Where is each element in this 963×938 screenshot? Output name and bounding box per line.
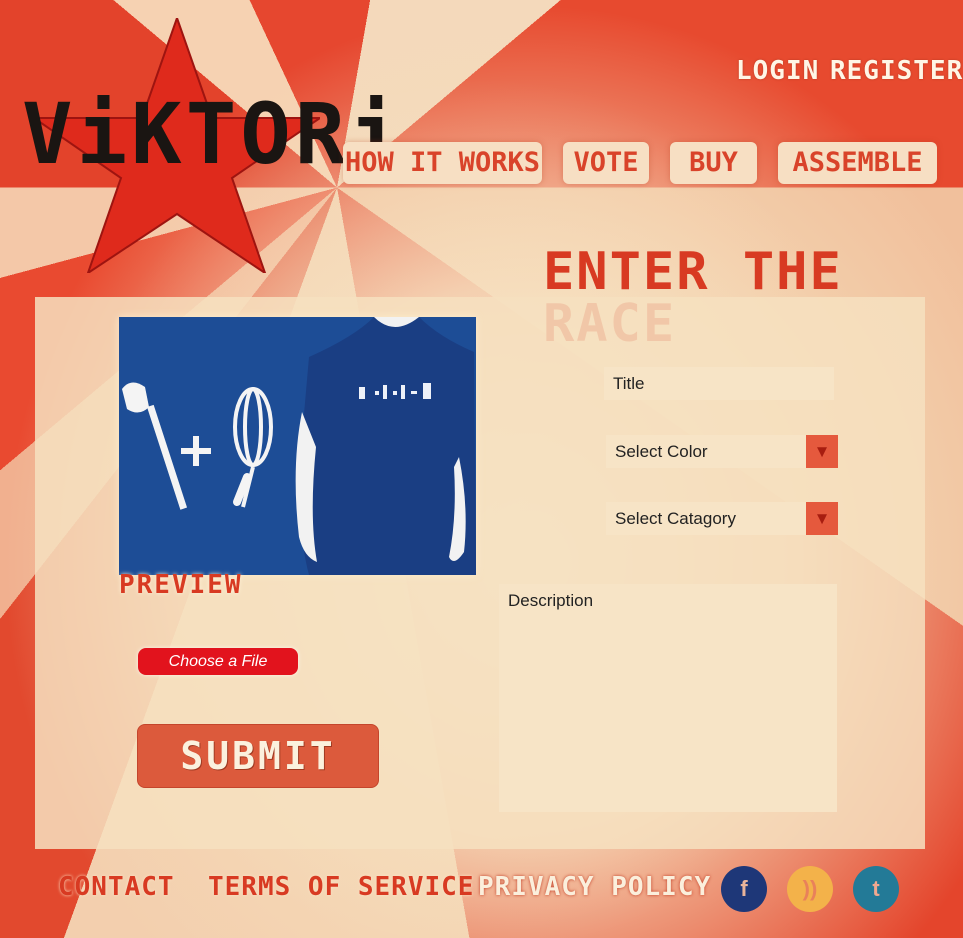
color-select[interactable]: Select Color ▼: [606, 435, 838, 468]
login-link[interactable]: LOGIN: [736, 56, 819, 86]
color-select-label: Select Color: [615, 442, 708, 461]
nav-buy[interactable]: BUY: [670, 142, 757, 184]
category-select-label: Select Catagory: [615, 509, 736, 528]
nav-vote[interactable]: VOTE: [563, 142, 649, 184]
footer-privacy-link[interactable]: PRIVACY POLICY: [478, 872, 711, 902]
facebook-icon[interactable]: f: [721, 866, 767, 912]
tshirt-preview-illustration: [119, 317, 476, 575]
dropdown-arrow-icon[interactable]: ▼: [806, 435, 838, 468]
register-link[interactable]: REGISTER: [830, 56, 963, 86]
category-select[interactable]: Select Catagory ▼: [606, 502, 838, 535]
description-textarea[interactable]: Description: [499, 584, 837, 812]
nav-how-it-works[interactable]: HOW IT WORKS: [343, 142, 542, 184]
title-input[interactable]: Title: [604, 367, 834, 400]
design-preview-image: [119, 317, 476, 575]
nav-assemble[interactable]: ASSEMBLE: [778, 142, 937, 184]
dropdown-arrow-icon[interactable]: ▼: [806, 502, 838, 535]
footer-terms-link[interactable]: TERMS OF SERVICE: [208, 872, 474, 902]
choose-file-button[interactable]: Choose a File: [138, 648, 298, 675]
rss-icon[interactable]: )): [787, 866, 833, 912]
preview-label: PREVIEW: [119, 570, 243, 600]
submit-button[interactable]: SUBMIT: [137, 724, 379, 788]
twitter-icon[interactable]: t: [853, 866, 899, 912]
footer-contact-link[interactable]: CONTACT: [58, 872, 175, 902]
